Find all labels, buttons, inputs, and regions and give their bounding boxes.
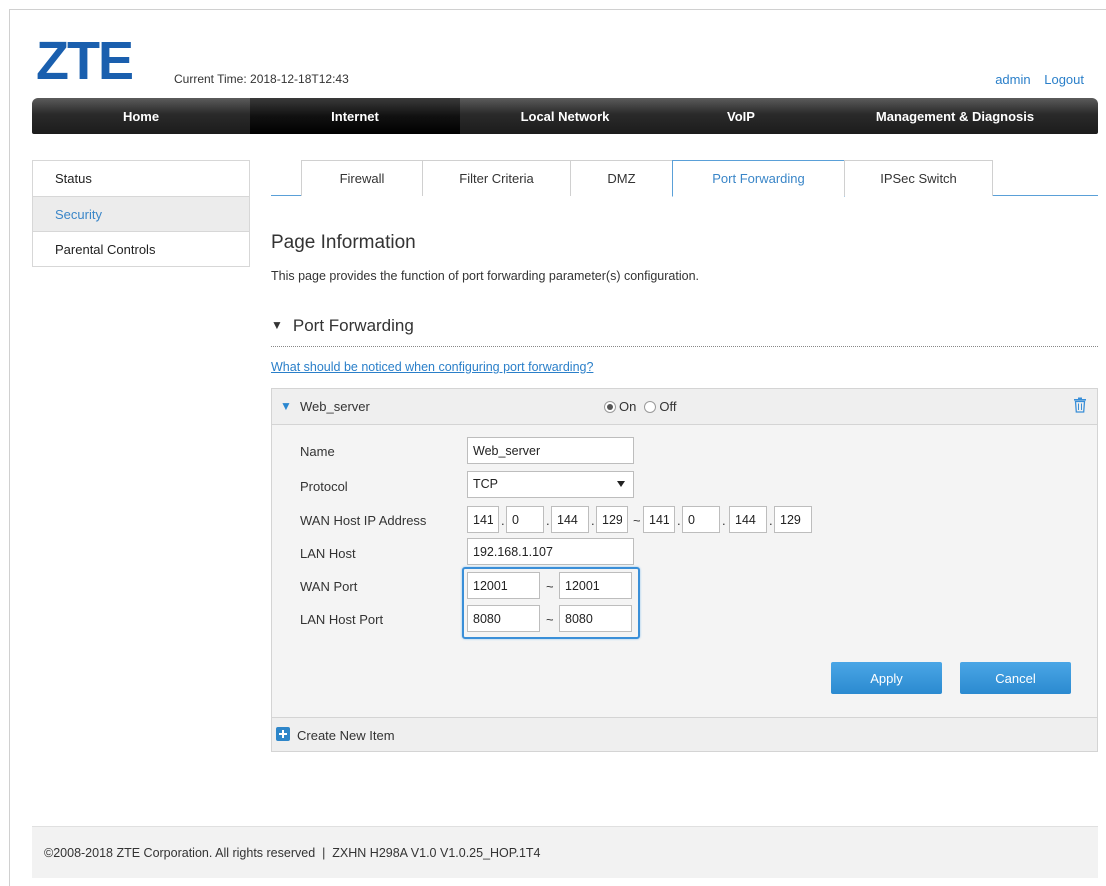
page-title: Page Information — [271, 232, 416, 253]
sidebar-item-parental-controls[interactable]: Parental Controls — [33, 231, 249, 266]
lan-host-port-label: LAN Host Port — [300, 612, 384, 627]
tab-ipsec-switch[interactable]: IPSec Switch — [844, 160, 993, 196]
lan-host-input[interactable] — [467, 538, 634, 565]
wan-ip-end-octet-3[interactable] — [729, 506, 767, 533]
ip-dot: . — [722, 513, 726, 528]
wan-ip-start-octet-3[interactable] — [551, 506, 589, 533]
footer: ©2008-2018 ZTE Corporation. All rights r… — [32, 826, 1098, 878]
lan-host-label: LAN Host — [300, 546, 356, 561]
create-new-item-label: Create New Item — [297, 728, 395, 743]
rule-header: ▼ Web_server On Off — [272, 389, 1097, 425]
nav-voip[interactable]: VoIP — [670, 98, 812, 134]
expand-triangle-icon[interactable]: ▼ — [280, 399, 292, 413]
ip-dot: . — [501, 513, 505, 528]
notice-help-link[interactable]: What should be noticed when configuring … — [271, 360, 593, 374]
wan-ip-start-octet-1[interactable] — [467, 506, 499, 533]
sidebar-item-status[interactable]: Status — [33, 161, 249, 196]
collapse-triangle-icon: ▼ — [271, 318, 283, 332]
admin-link[interactable]: admin — [995, 72, 1030, 87]
wan-ip-start-octet-4[interactable] — [596, 506, 628, 533]
logout-link[interactable]: Logout — [1044, 72, 1084, 87]
footer-text: ©2008-2018 ZTE Corporation. All rights r… — [44, 846, 541, 860]
cancel-button[interactable]: Cancel — [960, 662, 1071, 694]
wan-port-label: WAN Port — [300, 579, 358, 594]
ip-dot: . — [677, 513, 681, 528]
on-radio[interactable] — [604, 400, 616, 413]
ip-dot: . — [591, 513, 595, 528]
protocol-label: Protocol — [300, 479, 348, 494]
section-header[interactable]: ▼ Port Forwarding — [271, 316, 414, 336]
tab-firewall[interactable]: Firewall — [301, 160, 423, 196]
section-title: Port Forwarding — [292, 316, 414, 335]
plus-icon — [276, 727, 290, 741]
wan-ip-start-octet-2[interactable] — [506, 506, 544, 533]
wan-ip-end-octet-2[interactable] — [682, 506, 720, 533]
nav-home[interactable]: Home — [32, 98, 250, 134]
create-new-item-row[interactable]: Create New Item — [272, 717, 1097, 751]
ip-dot: . — [769, 513, 773, 528]
wan-ip-end-octet-1[interactable] — [643, 506, 675, 533]
off-radio-label[interactable]: Off — [659, 399, 676, 414]
nav-local-network[interactable]: Local Network — [460, 98, 670, 134]
page-description: This page provides the function of port … — [271, 269, 700, 283]
tab-port-forwarding[interactable]: Port Forwarding — [672, 160, 845, 197]
wan-ip-end-octet-4[interactable] — [774, 506, 812, 533]
sidebar: Status Security Parental Controls — [32, 160, 250, 267]
trash-icon[interactable] — [1073, 397, 1087, 413]
range-separator: ~ — [633, 513, 641, 528]
tab-filter-criteria[interactable]: Filter Criteria — [422, 160, 571, 196]
rule-panel: ▼ Web_server On Off Name Protocol TCP WA… — [271, 388, 1098, 752]
nav-management-diagnosis[interactable]: Management & Diagnosis — [812, 98, 1098, 134]
on-radio-label[interactable]: On — [619, 399, 636, 414]
name-label: Name — [300, 444, 335, 459]
user-links: admin Logout — [985, 72, 1084, 87]
section-divider — [271, 346, 1098, 347]
rule-name-label: Web_server — [300, 399, 370, 414]
ip-dot: . — [546, 513, 550, 528]
protocol-select[interactable]: TCP — [467, 471, 634, 498]
current-time: Current Time: 2018-12-18T12:43 — [174, 72, 349, 86]
name-input[interactable] — [467, 437, 634, 464]
zte-logo: ZTE — [36, 31, 134, 91]
enable-radio-group: On Off — [604, 399, 684, 414]
protocol-value: TCP — [473, 477, 498, 491]
sidebar-item-security[interactable]: Security — [33, 196, 249, 231]
apply-button[interactable]: Apply — [831, 662, 942, 694]
tab-bar: Firewall Filter Criteria DMZ Port Forwar… — [271, 160, 1098, 197]
tab-dmz[interactable]: DMZ — [570, 160, 673, 196]
main-nav: Home Internet Local Network VoIP Managem… — [32, 98, 1098, 134]
off-radio[interactable] — [644, 400, 657, 413]
chevron-down-icon — [617, 481, 625, 487]
nav-internet[interactable]: Internet — [250, 98, 460, 134]
wan-host-ip-label: WAN Host IP Address — [300, 513, 427, 528]
port-highlight-box — [462, 567, 640, 639]
